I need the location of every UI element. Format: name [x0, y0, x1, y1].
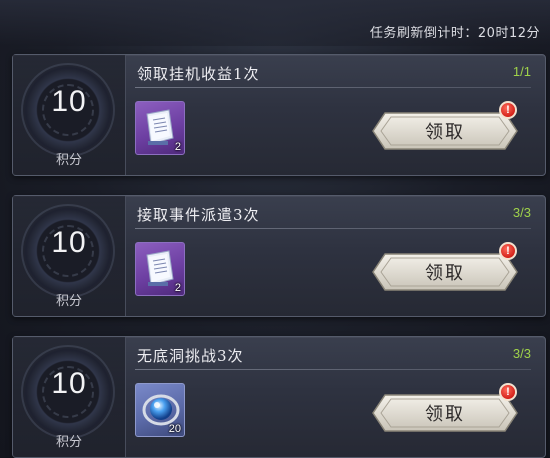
reward-count: 2 — [174, 282, 181, 294]
alert-icon: ! — [499, 101, 517, 119]
task-card: 10 积分 接取事件派遣3次 3/3 2 领取 ! — [12, 195, 546, 317]
divider — [135, 228, 531, 229]
reward-count: 2 — [174, 141, 181, 153]
divider — [135, 369, 531, 370]
points-label: 积分 — [55, 435, 82, 450]
top-bar: 任务刷新倒计时：20时12分 — [0, 0, 550, 46]
claim-button-label: 领取 — [425, 404, 465, 425]
claim-button[interactable]: 领取 — [371, 391, 519, 435]
task-card: 10 积分 领取挂机收益1次 1/1 2 领取 ! — [12, 54, 546, 176]
task-title: 接取事件派遣3次 — [137, 206, 260, 224]
points-label: 积分 — [55, 294, 82, 309]
alert-icon: ! — [499, 242, 517, 260]
scroll-book-icon — [146, 109, 174, 145]
reward-item[interactable]: 20 — [135, 383, 185, 437]
claim-button[interactable]: 领取 — [371, 109, 519, 153]
points-badge: 10 积分 — [13, 196, 126, 316]
reward-item[interactable]: 2 — [135, 242, 185, 296]
points-badge: 10 积分 — [13, 337, 126, 457]
points-value: 10 — [51, 226, 87, 259]
points-badge: 10 积分 — [13, 55, 126, 175]
refresh-countdown: 任务刷新倒计时：20时12分 — [369, 26, 540, 41]
claim-button-label: 领取 — [425, 263, 465, 284]
alert-icon: ! — [499, 383, 517, 401]
task-title: 无底洞挑战3次 — [137, 347, 244, 365]
reward-count: 20 — [168, 423, 181, 435]
scroll-book-icon — [146, 250, 174, 286]
task-card: 10 积分 无底洞挑战3次 3/3 20 领取 ! — [12, 336, 546, 458]
divider — [135, 87, 531, 88]
points-value: 10 — [51, 85, 87, 118]
points-value: 10 — [51, 367, 87, 400]
claim-button[interactable]: 领取 — [371, 250, 519, 294]
points-label: 积分 — [55, 153, 82, 168]
task-title: 领取挂机收益1次 — [137, 65, 260, 83]
task-progress: 3/3 — [512, 346, 531, 361]
task-progress: 1/1 — [512, 64, 531, 79]
task-progress: 3/3 — [512, 205, 531, 220]
claim-button-label: 领取 — [425, 122, 465, 143]
reward-item[interactable]: 2 — [135, 101, 185, 155]
